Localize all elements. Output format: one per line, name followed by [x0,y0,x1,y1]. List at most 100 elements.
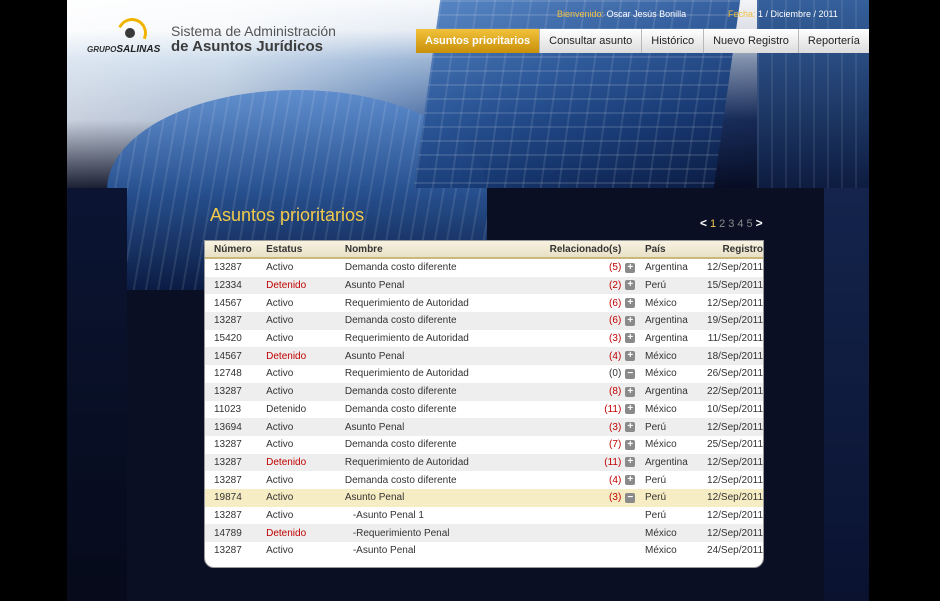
cell-numero: 13287 [214,439,242,451]
cell-pais: Perú [644,492,667,504]
pager-page-1[interactable]: 1 [710,218,716,230]
cell-registro: 24/Sep/2011 [707,545,764,557]
expand-icon[interactable]: + [625,333,636,344]
cell-relacionados: (2) [522,280,625,291]
cell-toggle: + [625,262,645,273]
cell-registro: 26/Sep/2011 [707,368,764,380]
table-row[interactable]: 11023 Detenido Demanda costo diferente (11)… [205,401,763,419]
date-label: Fecha: [728,9,756,19]
expand-icon[interactable]: + [625,421,636,432]
table-body: 13287 Activo Demanda costo diferente (5) + Ar… [205,259,763,560]
cell-estatus: Activo [266,368,294,380]
cell-nombre: Requerimiento de Autoridad [344,333,469,345]
cell-pais: Perú [644,474,667,486]
expand-icon[interactable]: + [625,262,636,273]
header-registro[interactable]: Registro [704,244,763,255]
expand-icon[interactable]: + [625,404,636,415]
expand-icon[interactable]: + [625,457,636,468]
pager-page-4[interactable]: 4 [737,218,743,230]
cell-pais: México [644,368,677,380]
expand-icon[interactable]: + [625,439,636,450]
collapse-icon[interactable]: − [625,492,636,503]
cell-numero: 13287 [214,474,242,486]
pager-page-3[interactable]: 3 [728,218,734,230]
related-count: (3) [609,333,622,345]
expand-icon[interactable]: + [625,351,636,362]
nav-tab-1[interactable]: Consultar asunto [540,29,643,53]
expand-icon[interactable]: + [625,298,636,309]
nav-tab-0[interactable]: Asuntos prioritarios [416,29,541,53]
expand-icon[interactable]: + [625,280,636,291]
expand-icon[interactable]: + [625,315,636,326]
header-pais[interactable]: País [645,244,704,255]
cell-relacionados: (3) [522,422,625,433]
table-row[interactable]: 19874 Activo Asunto Penal (3) − Perú 12/Sep/20… [205,488,763,507]
pager-pages: 12345 [710,218,753,230]
table-row[interactable]: 12748 Activo Requerimiento de Autoridad (0)… [205,365,763,383]
cell-registro: 12/Sep/2011 [707,509,764,521]
table-row[interactable]: 13694 Activo Asunto Penal (3) + Perú 12/Sep/20… [205,418,763,436]
table-row[interactable]: 14567 Activo Requerimiento de Autoridad (6)… [205,294,763,312]
table-row[interactable]: 13287 Activo Demanda costo diferente (6) + Ar… [205,312,763,330]
nav-tab-2[interactable]: Histórico [642,29,705,53]
table-row[interactable]: 12334 Detenido Asunto Penal (2) + Perú 15/Sep/… [205,276,763,295]
grupo-salinas-logo[interactable]: GRUPOSALINAS [87,13,161,55]
nav-tab-4[interactable]: Reportería [798,29,869,53]
related-count: (0) [609,368,622,380]
table-row[interactable]: 14567 Detenido Asunto Penal (4) + México 18/Se… [205,347,763,366]
cell-toggle: + [625,298,645,309]
cell-registro: 12/Sep/2011 [707,262,764,274]
table-row[interactable]: 14789 Detenido -Requerimiento Penal México 1… [205,524,763,542]
cell-estatus: Activo [266,315,294,327]
cell-relacionados: (3) [522,333,625,344]
table-row[interactable]: 13287 Activo Demanda costo diferente (5) + Ar… [205,259,763,277]
collapse-icon[interactable]: − [625,368,636,379]
cell-estatus: Activo [266,262,294,274]
header-numero[interactable]: Número [205,244,266,255]
related-count: (2) [609,280,622,292]
expand-icon[interactable]: + [625,474,636,485]
expand-icon[interactable]: + [625,386,636,397]
cell-relacionados: (4) [522,475,625,486]
pager-next-button[interactable]: > [756,216,763,230]
cell-pais: Perú [644,280,667,292]
header-relacionados[interactable]: Relacionado(s) [522,244,625,255]
logo-dot-icon [125,28,135,38]
table-row[interactable]: 13287 Detenido Requerimiento de Autoridad (… [205,453,763,472]
nav-tab-3[interactable]: Nuevo Registro [704,29,799,53]
table-row[interactable]: 13287 Activo Demanda costo diferente (7) + Mé… [205,436,763,454]
table-row[interactable]: 15420 Activo Requerimiento de Autoridad (3)… [205,330,763,348]
pager-page-2[interactable]: 2 [719,218,725,230]
cell-registro: 12/Sep/2011 [707,474,764,486]
cell-toggle: + [625,474,645,486]
welcome-user: Oscar Jesús Bonilla [606,9,687,19]
table-row[interactable]: 13287 Activo -Asunto Penal 1 Perú 12/Sep/201… [205,507,763,525]
pager-prev-button[interactable]: < [700,216,707,230]
related-count: (8) [609,386,622,398]
cell-numero: 11023 [214,403,242,415]
cell-pais: México [644,545,677,557]
cell-toggle: + [625,439,645,450]
cell-nombre: Requerimiento de Autoridad [344,456,469,468]
page-title: Asuntos prioritarios [210,205,365,225]
table-row[interactable]: 13287 Activo Demanda costo diferente (8) + Ar… [205,382,763,401]
cell-nombre: -Asunto Penal [352,545,416,557]
table-row[interactable]: 13287 Activo -Asunto Penal México 24/Sep/201… [205,542,763,560]
header-estatus[interactable]: Estatus [266,244,345,255]
cell-toggle: + [625,280,645,291]
table-row[interactable]: 13287 Activo Demanda costo diferente (4) + Pe… [205,471,763,489]
header-nombre[interactable]: Nombre [345,244,522,255]
app-frame: GRUPOSALINAS Sistema de Administración d… [67,0,869,601]
cell-numero: 15420 [214,333,242,345]
cell-registro: 19/Sep/2011 [707,315,764,327]
logo-brand-big: SALINAS [116,44,161,55]
cell-toggle: + [625,333,645,344]
cell-estatus: Activo [266,421,294,433]
cell-numero: 13287 [214,262,242,274]
cell-estatus: Activo [266,297,294,309]
pager-page-5[interactable]: 5 [747,218,753,230]
related-count: (4) [609,474,622,486]
cell-relacionados: (7) [522,439,625,450]
cell-toggle: + [625,457,645,468]
related-count: (4) [609,350,622,362]
